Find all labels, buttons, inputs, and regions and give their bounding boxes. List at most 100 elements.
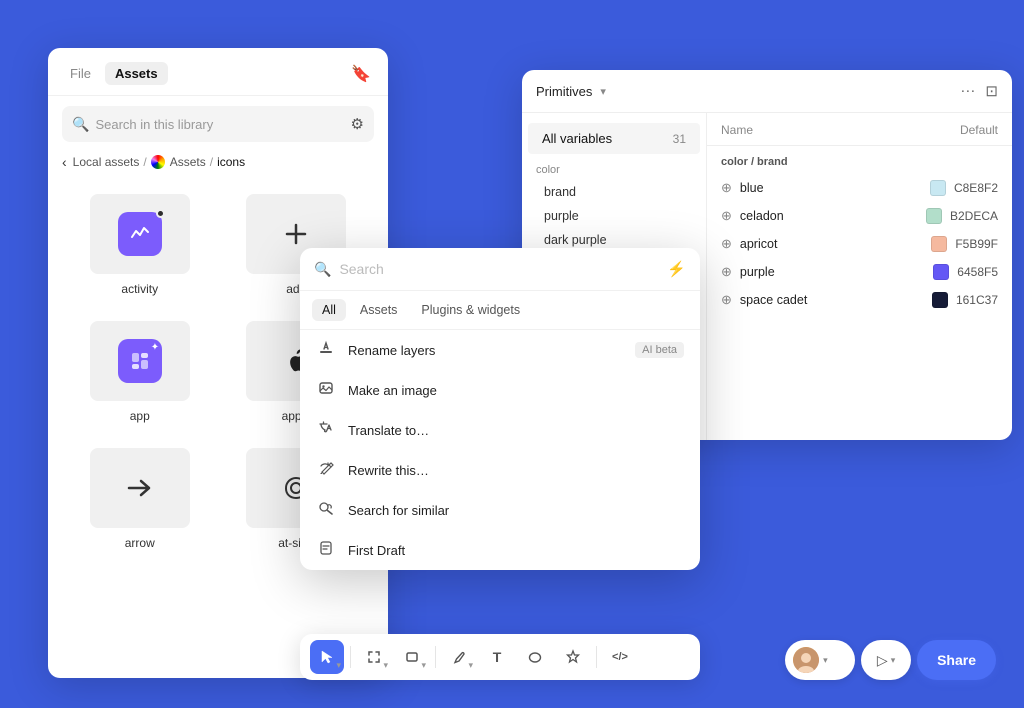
var-name-blue: blue	[740, 181, 922, 195]
tab-assets[interactable]: Assets	[105, 62, 168, 85]
tool-pen[interactable]: ▾	[442, 640, 476, 674]
breadcrumb-icons[interactable]: icons	[217, 155, 245, 169]
play-button[interactable]: ▷ ▾	[861, 640, 911, 680]
chevron-down-icon[interactable]: ▾	[600, 85, 606, 98]
toolbar-sep-2	[435, 646, 436, 668]
var-header-icons: ··· ⊡	[960, 82, 998, 100]
var-row-apricot[interactable]: ⊕ apricot F5B99F	[707, 230, 1012, 258]
tool-code[interactable]: </>	[603, 640, 637, 674]
rename-icon	[316, 340, 336, 360]
cp-item-rename[interactable]: Rename layers AI beta	[300, 330, 700, 370]
tool-frame[interactable]: ▾	[357, 640, 391, 674]
cp-item-label-image: Make an image	[348, 383, 684, 398]
filter-icon[interactable]: ⚙	[351, 115, 364, 133]
tab-file[interactable]: File	[64, 64, 97, 83]
var-row-blue[interactable]: ⊕ blue C8E8F2	[707, 174, 1012, 202]
col-default-header: Default	[960, 123, 998, 137]
tool-ai[interactable]	[556, 640, 590, 674]
var-group-title: color / brand	[707, 146, 1012, 174]
icon-label-app: app	[130, 409, 150, 423]
more-options-icon[interactable]: ···	[960, 82, 975, 100]
cp-tab-plugins[interactable]: Plugins & widgets	[411, 299, 530, 321]
toolbar-sep-3	[596, 646, 597, 668]
icon-box-arrow	[90, 448, 190, 528]
all-variables-row[interactable]: All variables 31	[528, 123, 700, 154]
tool-rectangle[interactable]: ▾	[395, 640, 429, 674]
all-variables-label: All variables	[542, 131, 612, 146]
cp-item-translate[interactable]: Translate to…	[300, 410, 700, 450]
activity-dot	[156, 209, 165, 218]
cp-tabs: All Assets Plugins & widgets	[300, 291, 700, 330]
cp-item-label-similar: Search for similar	[348, 503, 684, 518]
icon-tile-activity[interactable]: activity	[62, 180, 218, 306]
search-bar: 🔍 ⚙	[62, 106, 374, 142]
cp-tab-assets[interactable]: Assets	[350, 299, 408, 321]
icon-tile-app[interactable]: ✦ app	[62, 307, 218, 433]
tool-select[interactable]: ▾	[310, 640, 344, 674]
tool-text[interactable]: T	[480, 640, 514, 674]
var-hex-celadon: B2DECA	[950, 209, 998, 223]
cp-item-similar[interactable]: Search for similar	[300, 490, 700, 530]
share-button[interactable]: Share	[917, 640, 996, 680]
var-swatch-blue	[930, 180, 946, 196]
app-icon-box: ✦	[118, 339, 162, 383]
pen-chevron: ▾	[468, 660, 473, 671]
activity-icon	[118, 212, 162, 256]
cp-item-rewrite[interactable]: Rewrite this…	[300, 450, 700, 490]
cp-item-draft[interactable]: First Draft	[300, 530, 700, 570]
var-swatch-celadon	[926, 208, 942, 224]
var-name-celadon: celadon	[740, 209, 918, 223]
draft-icon	[316, 540, 336, 560]
var-name-apricot: apricot	[740, 237, 923, 251]
panel-layout-icon[interactable]: ⊡	[985, 82, 998, 100]
cp-search-input[interactable]	[339, 261, 659, 277]
cp-search-icon: 🔍	[314, 261, 331, 278]
cp-item-image[interactable]: Make an image	[300, 370, 700, 410]
breadcrumb-sep1: /	[143, 155, 146, 169]
globe-icon-space-cadet: ⊕	[721, 292, 732, 308]
var-hex-space-cadet: 161C37	[956, 293, 998, 307]
cp-item-label-rename: Rename layers	[348, 343, 623, 358]
primitives-label[interactable]: Primitives	[536, 84, 592, 99]
col-name-header: Name	[721, 123, 960, 137]
tool-ellipse[interactable]	[518, 640, 552, 674]
select-chevron: ▾	[336, 660, 341, 671]
var-hex-apricot: F5B99F	[955, 237, 998, 251]
ai-beta-badge: AI beta	[635, 342, 684, 358]
code-icon: </>	[612, 651, 628, 663]
cp-item-label-rewrite: Rewrite this…	[348, 463, 684, 478]
command-palette: 🔍 ⚡ All Assets Plugins & widgets Rename …	[300, 248, 700, 570]
icon-box-app: ✦	[90, 321, 190, 401]
var-item-purple[interactable]: purple	[522, 204, 706, 228]
rewrite-icon	[316, 460, 336, 480]
variables-header: Primitives ▾ ··· ⊡	[522, 70, 1012, 113]
var-row-space-cadet[interactable]: ⊕ space cadet 161C37	[707, 286, 1012, 314]
bookmark-icon[interactable]: 🔖	[350, 63, 372, 85]
var-item-brand[interactable]: brand	[522, 180, 706, 204]
cp-ai-icon[interactable]: ⚡	[667, 260, 686, 278]
icon-label-arrow: arrow	[125, 536, 155, 550]
avatar	[793, 647, 819, 673]
icon-label-activity: activity	[121, 282, 158, 296]
avatar-button[interactable]: ▾	[785, 640, 855, 680]
bottom-toolbar: ▾ ▾ ▾ ▾ T </>	[300, 634, 700, 680]
cp-tab-all[interactable]: All	[312, 299, 346, 321]
icon-box-activity	[90, 194, 190, 274]
var-hex-blue: C8E8F2	[954, 181, 998, 195]
breadcrumb-assets[interactable]: Assets	[151, 155, 206, 169]
var-name-purple: purple	[740, 265, 925, 279]
panel-header: File Assets 🔖	[48, 48, 388, 96]
sparkle-icon: ✦	[151, 342, 159, 350]
search-input[interactable]	[95, 117, 344, 132]
var-swatch-apricot	[931, 236, 947, 252]
share-bar: ▾ ▷ ▾ Share	[785, 640, 996, 680]
breadcrumb-local-assets[interactable]: Local assets	[73, 155, 140, 169]
var-row-celadon[interactable]: ⊕ celadon B2DECA	[707, 202, 1012, 230]
breadcrumb-sep2: /	[210, 155, 213, 169]
icon-tile-arrow[interactable]: arrow	[62, 434, 218, 560]
similar-icon	[316, 500, 336, 520]
text-icon: T	[493, 649, 502, 665]
translate-icon	[316, 420, 336, 440]
back-button[interactable]: ‹	[62, 154, 67, 170]
var-row-purple[interactable]: ⊕ purple 6458F5	[707, 258, 1012, 286]
